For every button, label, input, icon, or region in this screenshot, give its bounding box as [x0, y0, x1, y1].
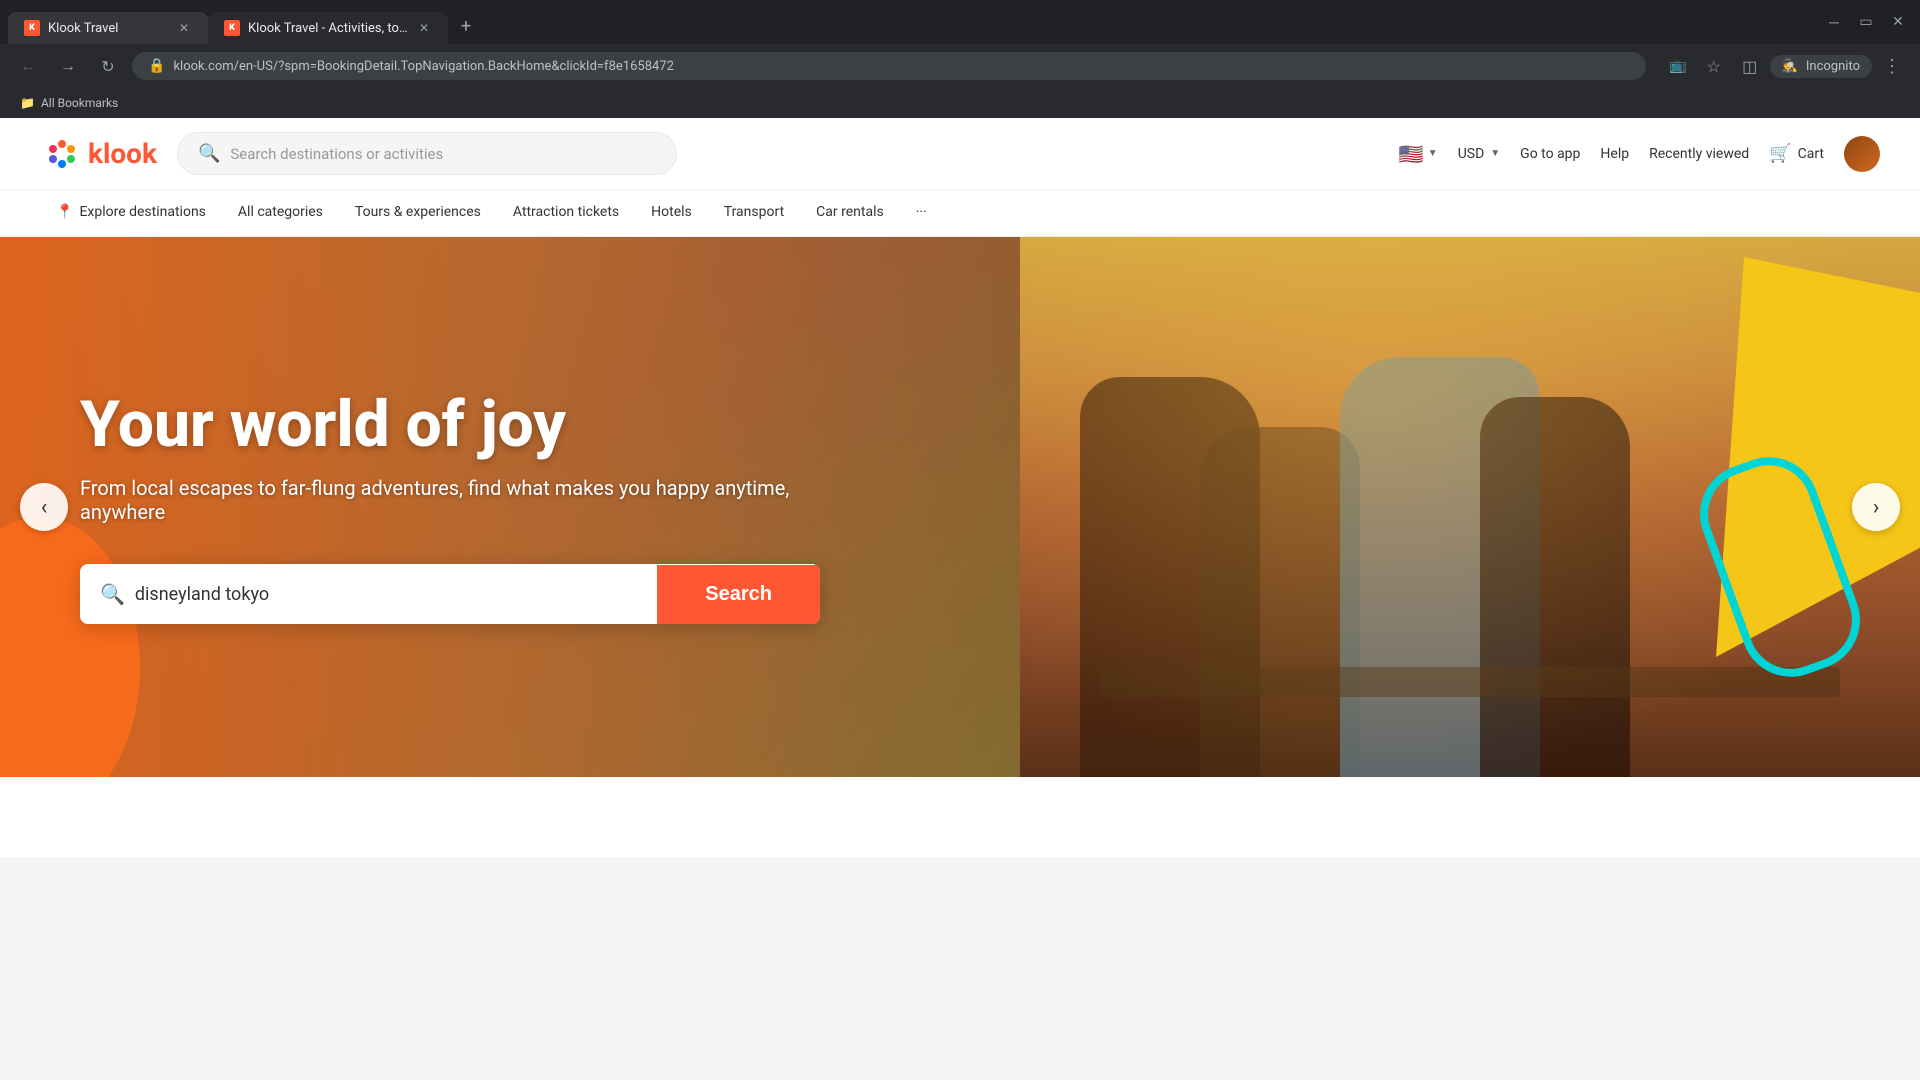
- bookmarks-label: All Bookmarks: [41, 96, 118, 110]
- go-to-app-link[interactable]: Go to app: [1520, 146, 1580, 162]
- minimize-button[interactable]: ─: [1820, 8, 1848, 36]
- forward-button[interactable]: →: [52, 50, 84, 82]
- hero-next-icon: ›: [1873, 495, 1880, 520]
- hero-title: Your world of joy: [80, 390, 820, 460]
- hero-search-box: 🔍 disneyland tokyo Search: [80, 564, 820, 624]
- klook-logo-icon: [40, 132, 84, 176]
- hero-prev-button[interactable]: ‹: [20, 483, 68, 531]
- incognito-chip[interactable]: 🕵️ Incognito: [1770, 55, 1872, 78]
- tab1-close[interactable]: ✕: [176, 20, 192, 36]
- location-pin-icon: 📍: [56, 204, 73, 220]
- address-bar[interactable]: 🔒 klook.com/en-US/?spm=BookingDetail.Top…: [132, 52, 1646, 80]
- klook-logo-text: klook: [88, 137, 157, 170]
- tab2-favicon: K: [224, 20, 240, 36]
- hero-subtitle: From local escapes to far-flung adventur…: [80, 476, 820, 524]
- site-header: klook 🔍 Search destinations or activitie…: [0, 118, 1920, 190]
- nav-transport[interactable]: Transport: [708, 190, 800, 236]
- nav-attractions-label: Attraction tickets: [513, 204, 619, 220]
- header-search-bar[interactable]: 🔍 Search destinations or activities: [177, 132, 677, 175]
- language-selector[interactable]: 🇺🇸 ▼: [1399, 142, 1438, 166]
- hero-prev-icon: ‹: [41, 495, 48, 520]
- chevron-down-icon: ▼: [1428, 148, 1438, 159]
- hero-search-field[interactable]: 🔍 disneyland tokyo: [80, 564, 657, 624]
- tab2-close[interactable]: ✕: [416, 20, 432, 36]
- site-nav: 📍 Explore destinations All categories To…: [0, 190, 1920, 237]
- tab1-title: Klook Travel: [48, 21, 168, 36]
- nav-categories-label: All categories: [238, 204, 323, 220]
- cast-icon[interactable]: 📺: [1662, 50, 1694, 82]
- hero-section: Your world of joy From local escapes to …: [0, 237, 1920, 777]
- user-avatar[interactable]: [1844, 136, 1880, 172]
- toolbar-actions: 📺 ☆ ◫ 🕵️ Incognito ⋮: [1662, 50, 1908, 82]
- recently-viewed-link[interactable]: Recently viewed: [1649, 146, 1749, 162]
- bookmark-star-icon[interactable]: ☆: [1698, 50, 1730, 82]
- header-actions: 🇺🇸 ▼ USD ▼ Go to app Help Recently viewe…: [1399, 136, 1880, 172]
- currency-selector[interactable]: USD ▼: [1458, 146, 1500, 162]
- recently-viewed-label: Recently viewed: [1649, 146, 1749, 162]
- nav-attraction-tickets[interactable]: Attraction tickets: [497, 190, 635, 236]
- back-button[interactable]: ←: [12, 50, 44, 82]
- hero-search-button[interactable]: Search: [657, 565, 820, 624]
- nav-more[interactable]: ···: [900, 190, 943, 236]
- nav-transport-label: Transport: [724, 204, 784, 220]
- maximize-button[interactable]: ▭: [1852, 8, 1880, 36]
- bookmarks-bar: 📁 All Bookmarks: [0, 88, 1920, 118]
- address-icon: 🔒: [148, 58, 165, 74]
- currency-chevron-icon: ▼: [1490, 148, 1500, 159]
- browser-tab-1[interactable]: K Klook Travel ✕: [8, 12, 208, 44]
- nav-hotels-label: Hotels: [651, 204, 692, 220]
- hero-content: Your world of joy From local escapes to …: [0, 330, 900, 684]
- cart-label: Cart: [1798, 146, 1824, 162]
- go-to-app-label: Go to app: [1520, 146, 1580, 162]
- incognito-icon: 🕵️: [1782, 59, 1798, 74]
- nav-car-rentals[interactable]: Car rentals: [800, 190, 900, 236]
- browser-chrome: K Klook Travel ✕ K Klook Travel - Activi…: [0, 0, 1920, 118]
- nav-explore-destinations[interactable]: 📍 Explore destinations: [40, 190, 222, 236]
- nav-hotels[interactable]: Hotels: [635, 190, 708, 236]
- window-controls: ─ ▭ ✕: [1820, 8, 1920, 36]
- folder-icon: 📁: [20, 96, 35, 110]
- browser-tabs-row: K Klook Travel ✕ K Klook Travel - Activi…: [0, 0, 1920, 44]
- reload-button[interactable]: ↻: [92, 50, 124, 82]
- tab1-favicon: K: [24, 20, 40, 36]
- cart-link[interactable]: 🛒 Cart: [1769, 143, 1824, 164]
- nav-explore-label: Explore destinations: [79, 204, 205, 220]
- currency-label: USD: [1458, 146, 1485, 162]
- profile-switcher-icon[interactable]: ◫: [1734, 50, 1766, 82]
- incognito-label: Incognito: [1806, 59, 1860, 74]
- hero-search-value: disneyland tokyo: [135, 584, 269, 605]
- below-hero-strip: [0, 777, 1920, 857]
- browser-tab-2[interactable]: K Klook Travel - Activities, tours, ✕: [208, 12, 448, 44]
- nav-tours-experiences[interactable]: Tours & experiences: [339, 190, 497, 236]
- header-search-icon: 🔍: [198, 143, 220, 164]
- hero-search-icon: 🔍: [100, 582, 125, 606]
- more-menu-icon[interactable]: ⋮: [1876, 50, 1908, 82]
- tab2-title: Klook Travel - Activities, tours,: [248, 21, 408, 36]
- header-search-placeholder: Search destinations or activities: [230, 145, 443, 163]
- nav-tours-label: Tours & experiences: [355, 204, 481, 220]
- hero-next-button[interactable]: ›: [1852, 483, 1900, 531]
- nav-all-categories[interactable]: All categories: [222, 190, 339, 236]
- browser-toolbar: ← → ↻ 🔒 klook.com/en-US/?spm=BookingDeta…: [0, 44, 1920, 88]
- help-link[interactable]: Help: [1600, 146, 1629, 162]
- flag-icon: 🇺🇸: [1399, 142, 1424, 166]
- cart-icon: 🛒: [1769, 143, 1791, 164]
- klook-logo[interactable]: klook: [40, 132, 157, 176]
- more-icon: ···: [916, 204, 927, 220]
- bookmarks-folder[interactable]: 📁 All Bookmarks: [12, 92, 126, 114]
- nav-car-label: Car rentals: [816, 204, 884, 220]
- address-text: klook.com/en-US/?spm=BookingDetail.TopNa…: [173, 59, 673, 74]
- klook-website: klook 🔍 Search destinations or activitie…: [0, 118, 1920, 857]
- close-button[interactable]: ✕: [1884, 8, 1912, 36]
- new-tab-button[interactable]: +: [448, 8, 484, 44]
- help-label: Help: [1600, 146, 1629, 162]
